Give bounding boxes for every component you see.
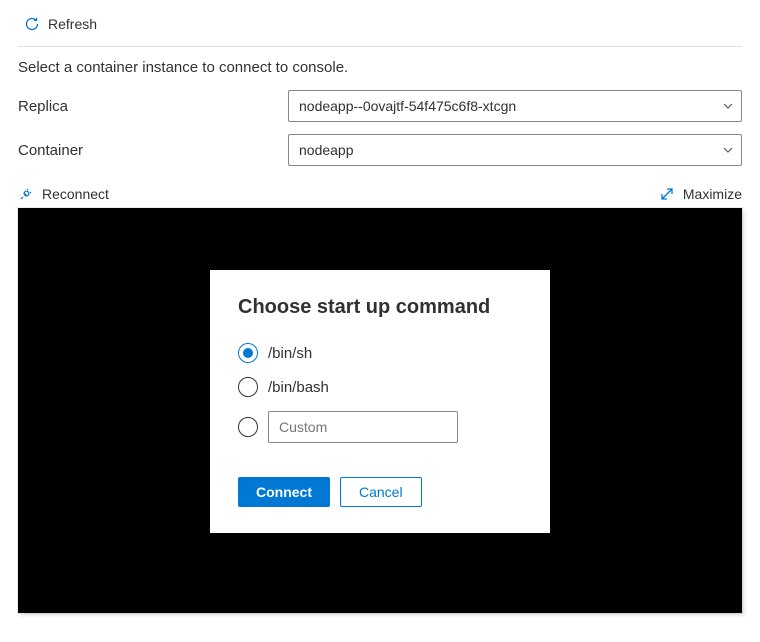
dialog-title: Choose start up command (238, 296, 522, 319)
radio-row-sh: /bin/sh (238, 343, 522, 363)
terminal-viewport: Choose start up command /bin/sh /bin/bas… (18, 208, 742, 613)
replica-select[interactable]: nodeapp--0ovajtf-54f475c6f8-xtcgn (288, 90, 742, 122)
console-page: Refresh Select a container instance to c… (0, 0, 760, 631)
radio-bash-label: /bin/bash (268, 379, 329, 396)
radio-sh-label: /bin/sh (268, 345, 312, 362)
startup-command-dialog: Choose start up command /bin/sh /bin/bas… (210, 270, 550, 533)
radio-dot-icon (243, 348, 253, 358)
refresh-icon (24, 16, 40, 32)
maximize-label: Maximize (683, 186, 742, 202)
container-label: Container (18, 142, 288, 159)
replica-select-wrap: nodeapp--0ovajtf-54f475c6f8-xtcgn (288, 90, 742, 122)
reconnect-button[interactable]: Reconnect (18, 186, 109, 202)
radio-bash[interactable] (238, 377, 258, 397)
maximize-icon (659, 186, 675, 202)
replica-label: Replica (18, 98, 288, 115)
container-select[interactable]: nodeapp (288, 134, 742, 166)
reconnect-label: Reconnect (42, 186, 109, 202)
radio-custom[interactable] (238, 417, 258, 437)
radio-sh[interactable] (238, 343, 258, 363)
replica-row: Replica nodeapp--0ovajtf-54f475c6f8-xtcg… (18, 90, 742, 122)
radio-row-custom (238, 411, 522, 443)
instruction-text: Select a container instance to connect t… (18, 59, 742, 76)
radio-row-bash: /bin/bash (238, 377, 522, 397)
maximize-button[interactable]: Maximize (659, 186, 742, 202)
terminal-toolbar: Reconnect Maximize (18, 186, 742, 202)
connect-button[interactable]: Connect (238, 477, 330, 507)
container-row: Container nodeapp (18, 134, 742, 166)
dialog-actions: Connect Cancel (238, 477, 522, 507)
top-command-bar: Refresh (18, 8, 742, 47)
container-select-wrap: nodeapp (288, 134, 742, 166)
refresh-label: Refresh (48, 16, 97, 32)
refresh-button[interactable]: Refresh (18, 12, 103, 36)
plug-icon (18, 186, 34, 202)
cancel-button[interactable]: Cancel (340, 477, 422, 507)
custom-command-input[interactable] (268, 411, 458, 443)
terminal-area: Reconnect Maximize Choose start up comma… (18, 186, 742, 613)
